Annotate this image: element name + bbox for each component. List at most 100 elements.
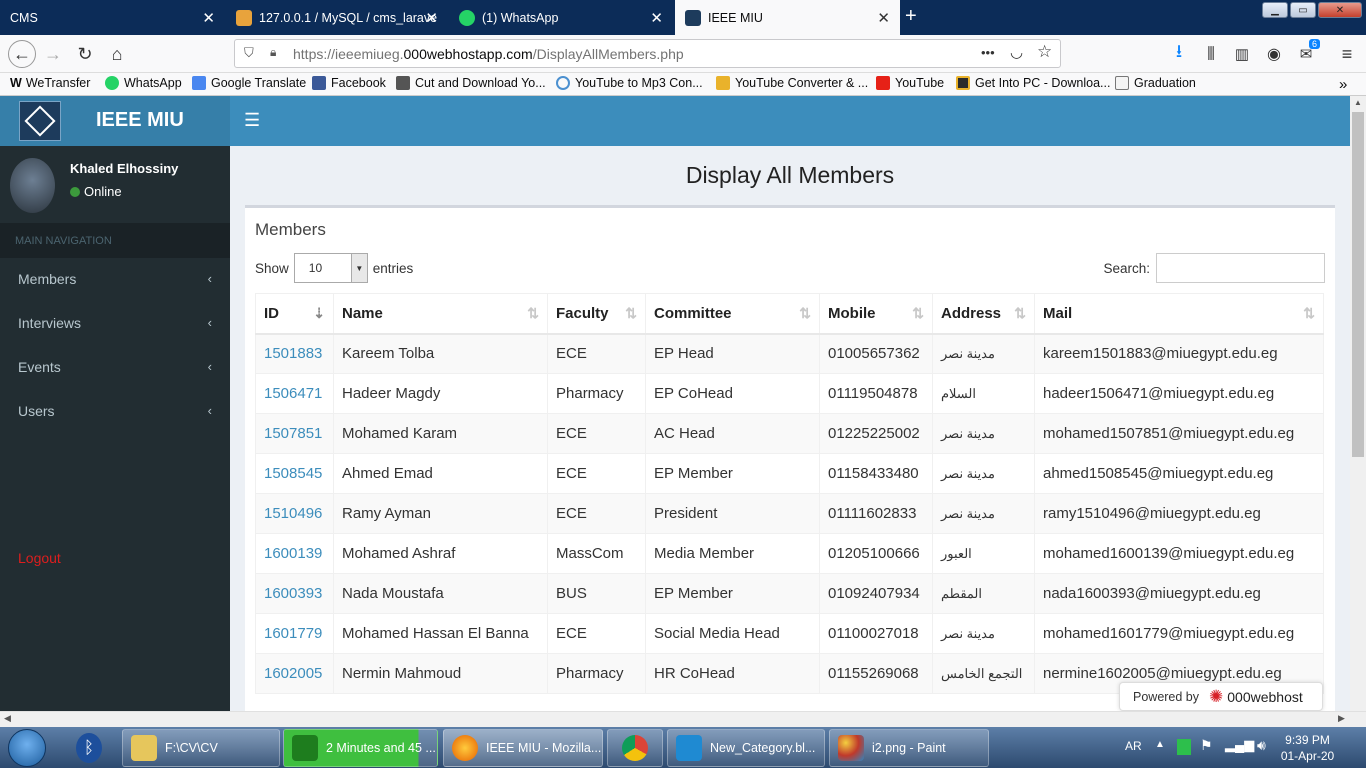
account-icon[interactable]: ◉: [1263, 43, 1285, 65]
bookmark-cut-download[interactable]: Cut and Download Yo...: [396, 76, 546, 90]
taskbar-chrome[interactable]: [607, 729, 663, 767]
tray-app-icon[interactable]: [1177, 739, 1191, 755]
language-indicator[interactable]: AR: [1125, 739, 1142, 753]
download-icon[interactable]: ⭳: [1168, 41, 1190, 65]
menu-icon[interactable]: ≡: [1336, 43, 1358, 65]
new-tab-button[interactable]: +: [905, 5, 917, 28]
vertical-scrollbar[interactable]: ▲: [1350, 96, 1366, 711]
start-button[interactable]: [8, 729, 46, 767]
url-text[interactable]: https://ieeemiueg.000webhostapp.com/Disp…: [293, 46, 684, 62]
taskbar-firefox[interactable]: IEEE MIU - Mozilla...: [443, 729, 603, 767]
library-icon[interactable]: ⫴: [1200, 43, 1222, 65]
volume-icon[interactable]: 🔊︎: [1257, 737, 1266, 754]
sidebar-item-events[interactable]: Events ‹: [0, 346, 230, 390]
browser-nav-bar: ← → ↻ ⌂ ⛉ 🔒︎ https://ieeemiueg.000webhos…: [0, 35, 1366, 73]
shield-icon[interactable]: ⛉: [244, 45, 254, 61]
chrome-icon: [622, 735, 648, 761]
folder-icon: [1115, 76, 1129, 90]
scroll-right-icon[interactable]: ▶: [1338, 713, 1345, 724]
taskbar-media-download[interactable]: 2 Minutes and 45 ...: [283, 729, 438, 767]
bookmark-get-into-pc[interactable]: Get Into PC - Downloa...: [956, 76, 1110, 90]
column-header-name[interactable]: Name ⇅: [333, 293, 548, 335]
window-close-button[interactable]: ✕: [1318, 2, 1362, 18]
tray-expand-icon[interactable]: ▲: [1155, 739, 1165, 750]
bookmarks-overflow-icon[interactable]: »: [1339, 76, 1347, 93]
pocket-icon[interactable]: ◡: [1010, 43, 1023, 61]
cell-committee: Social Media Head: [645, 613, 820, 654]
bookmark-whatsapp[interactable]: WhatsApp: [105, 76, 182, 90]
reload-icon[interactable]: ↻: [74, 43, 96, 65]
cell-committee: AC Head: [645, 413, 820, 454]
sidebar-item-interviews[interactable]: Interviews ‹: [0, 302, 230, 346]
close-icon[interactable]: ✕: [650, 9, 663, 27]
powered-by-badge[interactable]: Powered by ✺ 000webhost: [1119, 682, 1323, 711]
cell-name: Hadeer Magdy: [333, 373, 548, 414]
horizontal-scrollbar[interactable]: ◀ ▶: [0, 711, 1366, 727]
cell-id[interactable]: 1508545: [255, 453, 334, 494]
cell-mobile: 01092407934: [819, 573, 933, 614]
entries-select[interactable]: 10 ▼: [293, 253, 368, 283]
tab-cms[interactable]: CMS ✕: [0, 0, 225, 35]
cell-id[interactable]: 1601779: [255, 613, 334, 654]
column-header-mobile[interactable]: Mobile ⇅: [819, 293, 933, 335]
search-input[interactable]: [1156, 253, 1325, 283]
cell-id[interactable]: 1506471: [255, 373, 334, 414]
clock[interactable]: 9:39 PM 01-Apr-20: [1280, 732, 1335, 764]
bookmark-star-icon[interactable]: ☆: [1037, 42, 1052, 62]
maximize-button[interactable]: ▭: [1290, 2, 1316, 18]
logout-link[interactable]: Logout: [18, 550, 61, 566]
cell-address: السلام: [932, 373, 1035, 414]
taskbar-paint[interactable]: i2.png - Paint: [829, 729, 989, 767]
close-icon[interactable]: ✕: [877, 9, 890, 27]
sidebar-icon[interactable]: ▥: [1231, 43, 1253, 65]
sidebar-item-members[interactable]: Members ‹: [0, 258, 230, 302]
chevron-left-icon: ‹: [207, 403, 212, 418]
cell-faculty: ECE: [547, 333, 646, 374]
close-icon[interactable]: ✕: [202, 9, 215, 27]
lock-icon[interactable]: 🔒︎: [270, 45, 276, 60]
scroll-left-icon[interactable]: ◀: [4, 713, 11, 724]
tab-whatsapp[interactable]: (1) WhatsApp ✕: [449, 0, 673, 35]
table-row: 1601779 Mohamed Hassan El Banna ECE Social …: [255, 613, 1324, 654]
sidebar-toggle-icon[interactable]: ☰: [244, 110, 260, 131]
bookmark-youtube[interactable]: YouTube: [876, 76, 944, 90]
cell-id[interactable]: 1602005: [255, 653, 334, 694]
cell-id[interactable]: 1507851: [255, 413, 334, 454]
tab-label: IEEE MIU: [708, 10, 763, 25]
column-header-address[interactable]: Address ⇅: [932, 293, 1035, 335]
tab-ieee-miu[interactable]: IEEE MIU ✕: [675, 0, 900, 35]
column-header-committee[interactable]: Committee ⇅: [645, 293, 820, 335]
cell-id[interactable]: 1501883: [255, 333, 334, 374]
chevron-left-icon: ‹: [207, 315, 212, 330]
forward-arrow-icon[interactable]: →: [42, 43, 64, 65]
home-icon[interactable]: ⌂: [106, 43, 128, 65]
page-actions-icon[interactable]: •••: [981, 45, 995, 60]
bookmark-youtube-converter[interactable]: YouTube Converter & ...: [716, 76, 868, 90]
cell-id[interactable]: 1600139: [255, 533, 334, 574]
bookmark-youtube-mp3[interactable]: YouTube to Mp3 Con...: [556, 76, 703, 90]
flag-icon[interactable]: ⚑: [1200, 737, 1213, 754]
bookmark-graduation[interactable]: Graduation: [1115, 76, 1196, 90]
minimize-button[interactable]: ▁: [1262, 2, 1288, 18]
signal-icon[interactable]: ▂▄▆: [1225, 737, 1254, 753]
scroll-thumb[interactable]: [1352, 112, 1364, 457]
taskbar-explorer[interactable]: F:\CV\CV: [122, 729, 280, 767]
sidebar-item-users[interactable]: Users ‹: [0, 390, 230, 434]
close-icon[interactable]: ✕: [425, 9, 438, 27]
firefox-icon: [452, 735, 478, 761]
tab-phpmyadmin[interactable]: 127.0.0.1 / MySQL / cms_larave ✕: [226, 0, 448, 35]
bookmark-facebook[interactable]: Facebook: [312, 76, 386, 90]
column-header-id[interactable]: ID ⇣: [255, 293, 334, 335]
url-bar[interactable]: ⛉ 🔒︎ https://ieeemiueg.000webhostapp.com…: [234, 39, 1061, 68]
bookmark-google-translate[interactable]: Google Translate: [192, 76, 306, 90]
logo-area[interactable]: IEEE MIU: [0, 96, 230, 146]
column-header-faculty[interactable]: Faculty ⇅: [547, 293, 646, 335]
bluetooth-icon[interactable]: ᛒ: [76, 733, 102, 763]
cell-id[interactable]: 1510496: [255, 493, 334, 534]
scroll-up-icon[interactable]: ▲: [1354, 98, 1362, 107]
taskbar-vscode[interactable]: New_Category.bl...: [667, 729, 825, 767]
cell-id[interactable]: 1600393: [255, 573, 334, 614]
bookmark-wetransfer[interactable]: W WeTransfer: [10, 76, 90, 90]
back-arrow-icon[interactable]: ←: [8, 40, 36, 68]
column-header-mail[interactable]: Mail ⇅: [1034, 293, 1324, 335]
